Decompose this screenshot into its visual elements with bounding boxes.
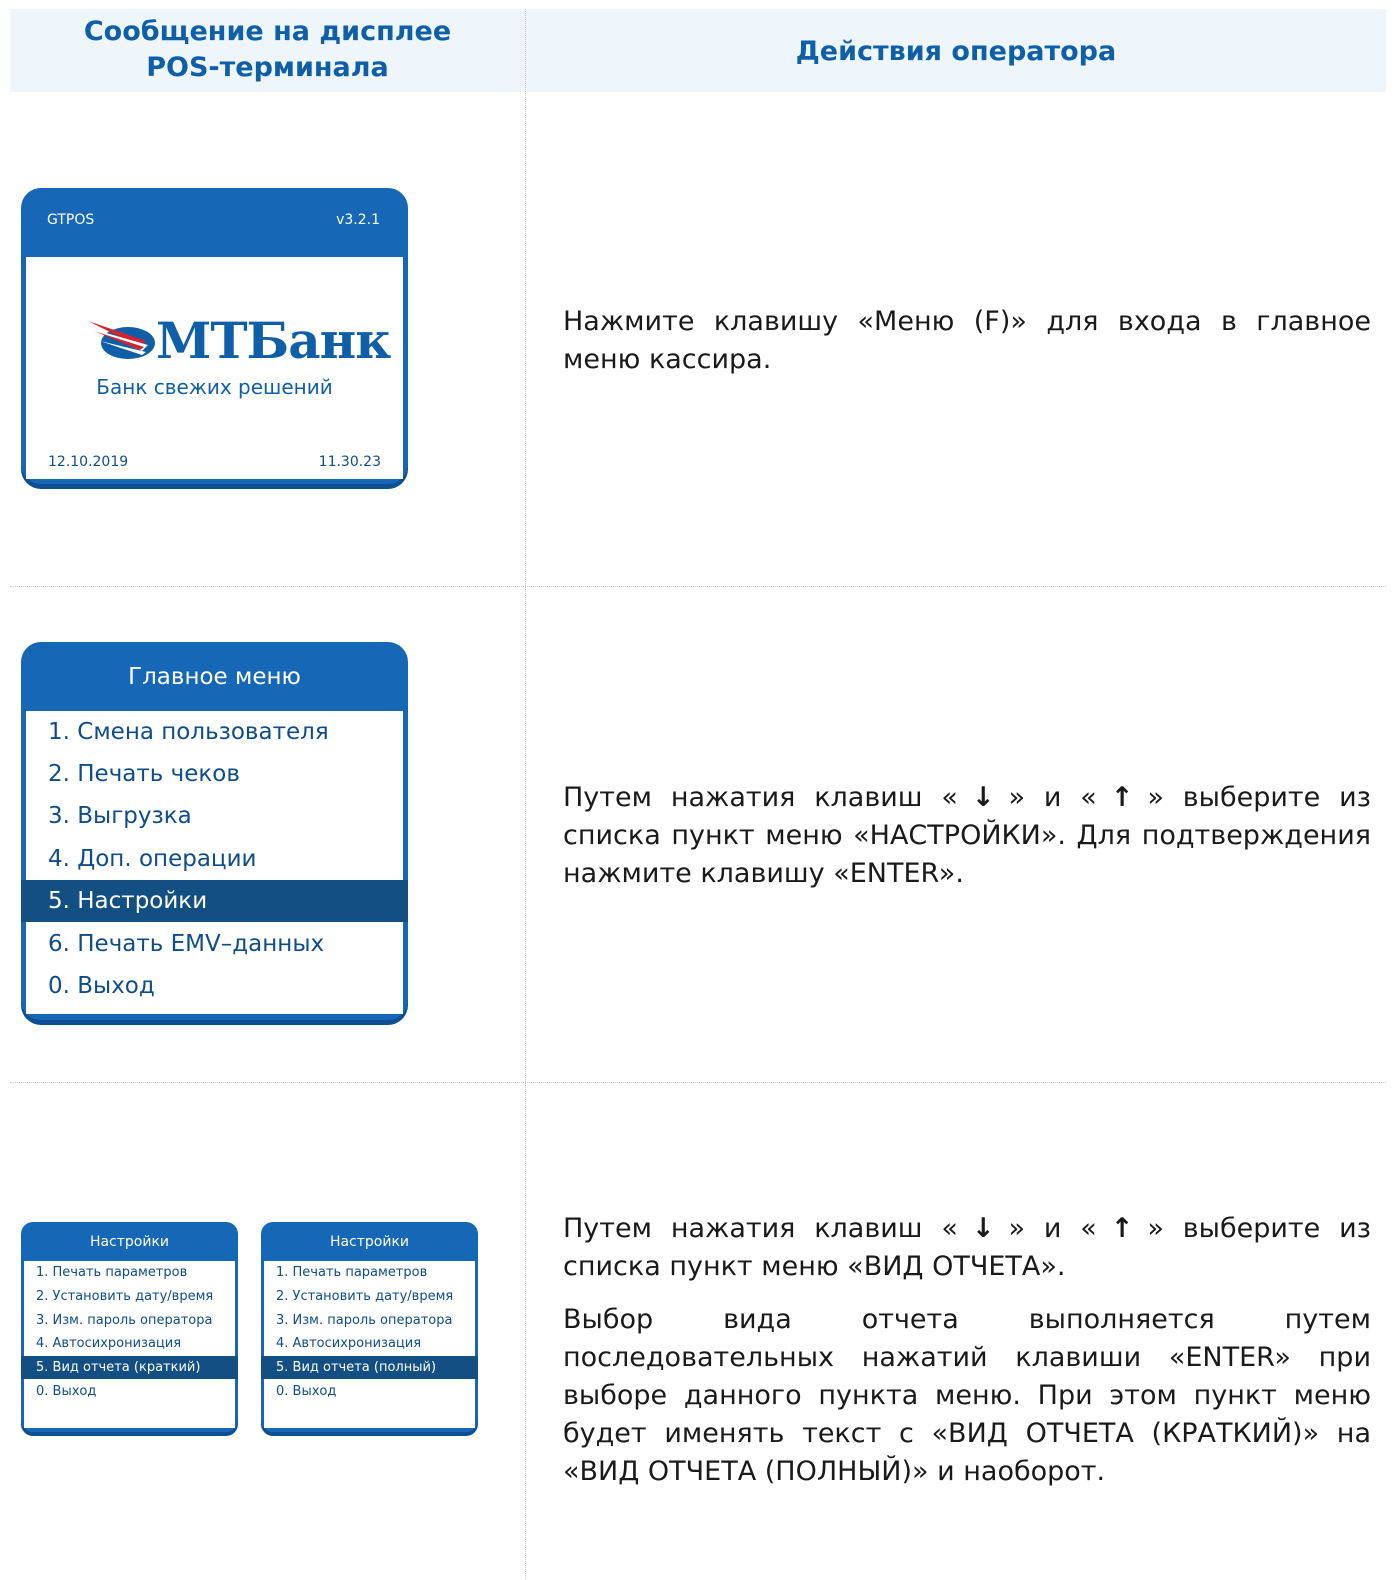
row-divider [10, 1082, 1386, 1083]
terminal-idle-screen: GTPOS v3.2.1 МТБанк Банк свежих решений … [21, 188, 408, 484]
action-text-1: Нажмите клавишу «Меню (F)» для входа в г… [563, 306, 1371, 375]
settings-list: 1. Печать параметров 2. Установить дату/… [261, 1261, 478, 1428]
menu-item[interactable]: 3. Выгрузка [26, 795, 403, 837]
menu-item[interactable]: 0. Выход [264, 1380, 475, 1403]
menu-item[interactable]: 0. Выход [24, 1380, 235, 1403]
menu-item[interactable]: 2. Установить дату/время [264, 1285, 475, 1308]
menu-item-selected[interactable]: 5. Вид отчета (краткий) [21, 1356, 238, 1379]
menu-item[interactable]: 3. Изм. пароль оператора [24, 1309, 235, 1332]
screen-body: МТБанк Банк свежих решений 12.10.2019 11… [26, 257, 403, 479]
terminal-settings-screen-short: Настройки 1. Печать параметров 2. Устано… [21, 1222, 238, 1432]
menu-item[interactable]: 4. Доп. операции [26, 838, 403, 880]
action-paragraph: Выбор вида отчета выполняется путем посл… [563, 1304, 1371, 1487]
header-display-message: Сообщение на дисплее POS-терминала [10, 14, 525, 86]
menu-item[interactable]: 6. Печать EMV–данных [26, 923, 403, 965]
menu-item[interactable]: 1. Смена пользователя [26, 711, 403, 753]
row-divider [10, 586, 1386, 587]
logo-text: МТБанк [156, 311, 391, 370]
bank-wing-logo-icon [88, 321, 155, 359]
action-text-part: Путем нажатия клавиш « [563, 782, 958, 813]
app-version: v3.2.1 [336, 212, 380, 228]
down-arrow-icon: ↓ [971, 1213, 995, 1244]
header-col1-line2: POS-терминала [146, 52, 389, 83]
menu-item[interactable]: 4. Автосихронизация [264, 1332, 475, 1355]
screen-date: 12.10.2019 [48, 454, 129, 470]
action-text-2: Путем нажатия клавиш «↓» и «↑» выберите … [563, 779, 1371, 893]
menu-item[interactable]: 2. Установить дату/время [24, 1285, 235, 1308]
action-text-part: » и « [1008, 782, 1097, 813]
menu-item[interactable]: 3. Изм. пароль оператора [264, 1309, 475, 1332]
menu-item[interactable]: 1. Печать параметров [264, 1261, 475, 1284]
menu-item[interactable]: 1. Печать параметров [24, 1261, 235, 1284]
menu-item-selected[interactable]: 5. Настройки [21, 880, 408, 922]
menu-item-selected[interactable]: 5. Вид отчета (полный) [261, 1356, 478, 1379]
menu-item[interactable]: 2. Печать чеков [26, 753, 403, 795]
menu-list: 1. Смена пользователя 2. Печать чеков 3.… [21, 711, 408, 1014]
column-divider [525, 9, 526, 1580]
action-paragraph: Путем нажатия клавиш «↓» и «↑» выберите … [563, 1210, 1371, 1286]
action-text-part: Путем нажатия клавиш « [563, 1213, 958, 1244]
settings-title: Настройки [89, 1234, 170, 1250]
settings-list: 1. Печать параметров 2. Установить дату/… [21, 1261, 238, 1428]
app-name: GTPOS [47, 212, 95, 228]
screen-time: 11.30.23 [318, 454, 381, 470]
terminal-main-menu-screen: Главное меню 1. Смена пользователя 2. Пе… [21, 642, 408, 1020]
terminal-settings-screen-full: Настройки 1. Печать параметров 2. Устано… [261, 1222, 478, 1432]
menu-item[interactable]: 4. Автосихронизация [24, 1332, 235, 1355]
menu-title: Главное меню [128, 664, 301, 690]
header-col1-line1: Сообщение на дисплее [83, 16, 452, 47]
menu-item[interactable]: 0. Выход [26, 965, 403, 1007]
up-arrow-icon: ↑ [1110, 1213, 1134, 1244]
up-arrow-icon: ↑ [1110, 782, 1134, 813]
settings-title: Настройки [329, 1234, 410, 1250]
action-text-3: Путем нажатия клавиш «↓» и «↑» выберите … [563, 1210, 1371, 1491]
down-arrow-icon: ↓ [971, 782, 995, 813]
bank-slogan: Банк свежих решений [96, 375, 333, 399]
header-operator-actions: Действия оператора [795, 36, 1117, 67]
action-text-part: » и « [1008, 1213, 1097, 1244]
bank-logo: МТБанк [88, 311, 391, 375]
